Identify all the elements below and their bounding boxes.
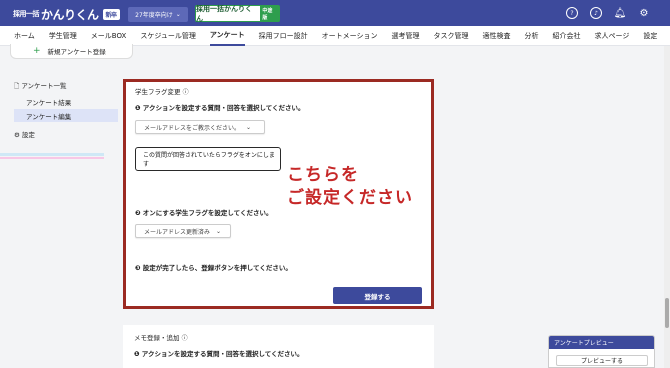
gear-icon: ⚙ (14, 131, 20, 139)
flag-select-value: メールアドレス更新済み (144, 228, 211, 236)
info-icon[interactable]: ⓘ (182, 335, 188, 342)
step1-text: ❶ アクションを設定する質問・回答を選択してください。 (135, 104, 305, 112)
logo-small-text: 採用一括 (13, 10, 40, 18)
sidebar-item-label: 設定 (21, 131, 35, 139)
subbrand-tag: 中途版 (260, 5, 279, 22)
scrollbar[interactable] (664, 46, 670, 368)
tooltip-text: この質問が回答されていたらフラグをオンにします (143, 152, 275, 168)
subbrand-switch[interactable]: 採用一括かんりくん 中途版 (195, 4, 280, 23)
callout-text: こちらを ご設定ください (287, 164, 437, 210)
memo-step1-text: ❶ アクションを設定する質問・回答を選択してください。 (134, 350, 304, 358)
nav-students[interactable]: 学生管理 (49, 26, 77, 46)
sidebar: 🗋 アンケート一覧 アンケート結果 アンケート編集 ⚙ 設定 (0, 46, 118, 368)
nav-flow[interactable]: 採用フロー設計 (259, 26, 308, 46)
nav-aptitude[interactable]: 適性検査 (482, 26, 510, 46)
nav-automation[interactable]: オートメーション (322, 26, 378, 46)
logo-tag: 新卒 (102, 8, 120, 20)
chevron-down-icon: ⌄ (246, 123, 252, 131)
nav-tasks[interactable]: タスク管理 (433, 26, 468, 46)
nav-settings[interactable]: 設定 (643, 26, 657, 46)
question-select[interactable]: メールアドレスをご教示ください。 ⌄ (135, 120, 265, 134)
sidebar-item-survey-results[interactable]: アンケート結果 (26, 97, 71, 107)
top-bar: 採用一括 かんりくん 新卒 27年度卒向け ⌄ 採用一括かんりくん 中途版 ? … (0, 0, 670, 26)
memo-title: メモ登録・追加 ⓘ (134, 332, 188, 342)
sidebar-item-label: アンケート一覧 (21, 82, 67, 90)
new-survey-button[interactable]: + 新規アンケート登録 (10, 44, 133, 59)
student-flag-card: 学生フラグ変更 ⓘ ❶ アクションを設定する質問・回答を選択してください。 メー… (123, 79, 434, 309)
nav-mailbox[interactable]: メールBOX (91, 26, 127, 46)
settings-icon[interactable]: ⚙ (638, 7, 650, 19)
callout-line-1: こちらを (287, 165, 359, 185)
nav-survey[interactable]: アンケート (209, 26, 245, 46)
preview-title: アンケートプレビュー (549, 336, 654, 349)
bell-icon[interactable]: 🔔︎ (614, 7, 627, 19)
step2-text: ❷ オンにする学生フラグを設定してください。 (135, 209, 273, 217)
glitch-stripe (0, 157, 104, 159)
glitch-stripe (0, 153, 104, 156)
sidebar-item-survey-edit[interactable]: アンケート編集 (14, 109, 118, 122)
nav-selection[interactable]: 選考管理 (391, 26, 419, 46)
register-button[interactable]: 登録する (333, 287, 422, 304)
main-nav: ホーム 学生管理 メールBOX スケジュール管理 アンケート 採用フロー設計 オ… (0, 26, 670, 46)
tooltip: この質問が回答されていたらフラグをオンにします (135, 147, 281, 171)
step3-text: ❸ 設定が完了したら、登録ボタンを押してください。 (135, 264, 292, 272)
nav-agencies[interactable]: 紹介会社 (552, 26, 580, 46)
memo-card: メモ登録・追加 ⓘ ❶ アクションを設定する質問・回答を選択してください。 (123, 325, 434, 368)
nav-home[interactable]: ホーム (14, 26, 35, 46)
chevron-down-icon: ⌄ (216, 227, 222, 235)
subbrand-label: 採用一括かんりくん (196, 4, 252, 23)
new-survey-label: 新規アンケート登録 (47, 48, 106, 56)
scrollbar-thumb[interactable] (665, 298, 669, 328)
nav-analytics[interactable]: 分析 (524, 26, 538, 46)
card-title: 学生フラグ変更 ⓘ (135, 86, 189, 96)
help-icon[interactable]: ? (566, 7, 578, 19)
logo-main-text: かんりくん (41, 7, 99, 22)
plus-icon: + (33, 46, 41, 56)
headset-icon[interactable]: ♪ (590, 7, 602, 19)
document-icon: 🗋 (14, 82, 20, 90)
flag-select[interactable]: メールアドレス更新済み ⌄ (135, 224, 231, 238)
memo-title-text: メモ登録・追加 (134, 334, 180, 342)
chevron-down-icon: ⌄ (175, 11, 181, 18)
header-icons: ? ♪ 🔔︎ ⚙ (566, 7, 650, 19)
year-select-label: 27年度卒向け (135, 12, 173, 19)
question-select-value: メールアドレスをご教示ください。 (144, 124, 241, 132)
card-title-text: 学生フラグ変更 (135, 88, 181, 96)
nav-job-page[interactable]: 求人ページ (594, 26, 629, 46)
logo[interactable]: 採用一括 かんりくん 新卒 (13, 7, 120, 22)
info-icon[interactable]: ⓘ (183, 89, 189, 96)
callout-line-2: ご設定ください (287, 188, 413, 208)
sidebar-item-survey-list[interactable]: 🗋 アンケート一覧 (14, 80, 67, 93)
nav-schedule[interactable]: スケジュール管理 (140, 26, 196, 46)
preview-panel: アンケートプレビュー プレビューする (548, 335, 655, 368)
sidebar-item-settings[interactable]: ⚙ 設定 (14, 129, 35, 139)
year-select[interactable]: 27年度卒向け ⌄ (128, 7, 188, 22)
preview-button[interactable]: プレビューする (556, 355, 648, 366)
